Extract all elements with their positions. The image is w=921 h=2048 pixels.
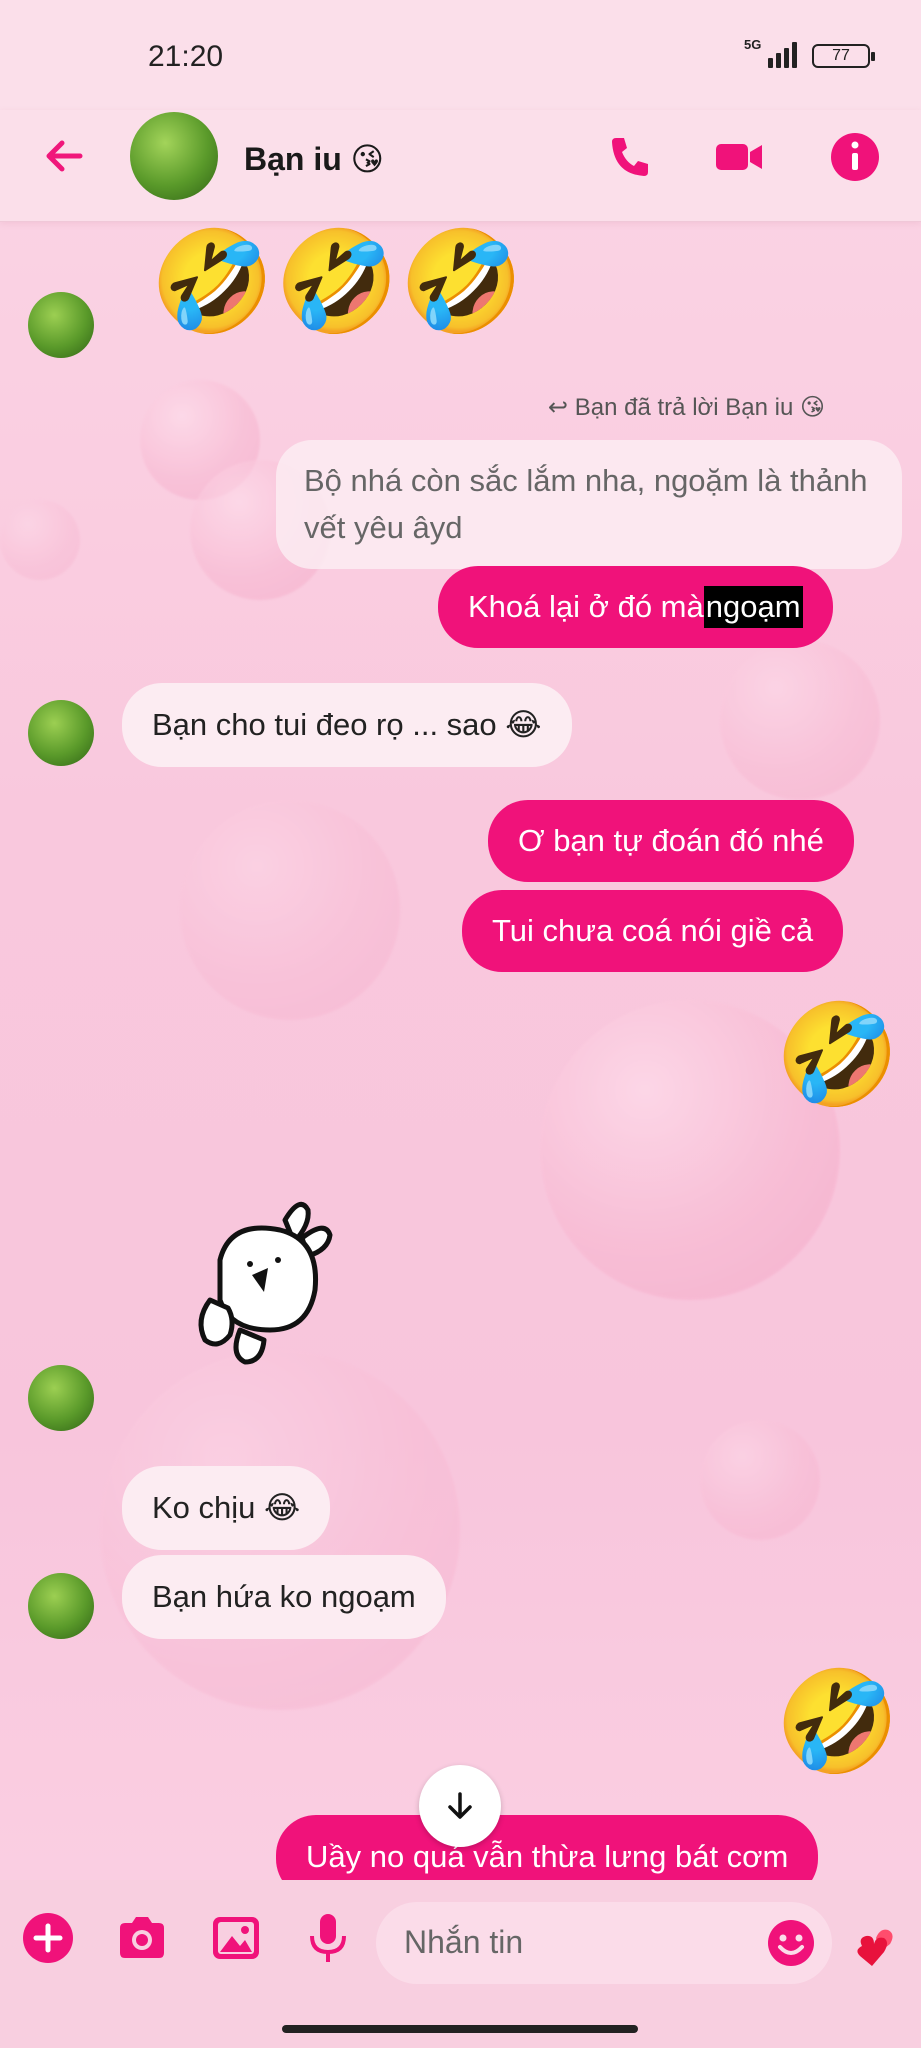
hearts-icon[interactable] — [846, 1920, 902, 1976]
plus-icon[interactable] — [20, 1910, 76, 1966]
signal-icon: 5G — [744, 37, 798, 68]
smiley-icon[interactable] — [764, 1916, 818, 1970]
outgoing-message-text: Khoá lại ở đó mà — [468, 589, 704, 625]
battery-icon: 77 — [812, 44, 875, 68]
home-indicator — [282, 2025, 638, 2033]
emoji-message[interactable]: 🤣 — [775, 1672, 900, 1772]
contact-avatar-small[interactable] — [28, 700, 94, 766]
message-input[interactable]: Nhắn tin — [376, 1902, 832, 1984]
highlighted-text: ngoạm — [703, 586, 803, 628]
network-label: 5G — [744, 37, 762, 52]
message-input-placeholder: Nhắn tin — [404, 1924, 524, 1960]
incoming-message[interactable]: Bạn hứa ko ngoạm — [122, 1555, 446, 1639]
emoji-message[interactable]: 🤣🤣🤣 — [150, 232, 524, 332]
back-arrow-icon[interactable] — [40, 132, 88, 180]
reply-label: ↩ Bạn đã trả lời Bạn iu 😘 — [548, 393, 825, 422]
info-icon[interactable] — [828, 130, 882, 184]
incoming-message[interactable]: Ko chịu 😂 — [122, 1466, 331, 1550]
contact-avatar[interactable] — [130, 112, 218, 200]
contact-avatar-small[interactable] — [28, 1365, 94, 1431]
contact-avatar-small[interactable] — [28, 1573, 94, 1639]
reply-quote[interactable]: Bộ nhá còn sắc lắm nha, ngoặm là thảnh v… — [276, 440, 902, 569]
message-composer: Nhắn tin — [0, 1880, 921, 2048]
rabbit-sticker[interactable] — [190, 1190, 340, 1375]
chat-header: Bạn iu 😘 — [0, 110, 921, 222]
outgoing-message[interactable]: Tui chưa coá nói giề cả — [462, 890, 844, 972]
video-icon[interactable] — [712, 130, 766, 184]
incoming-message[interactable]: Bạn cho tui đeo rọ ... sao 😂 — [122, 683, 572, 767]
reply-arrow-icon: ↩ — [548, 394, 569, 421]
contact-name[interactable]: Bạn iu 😘 — [244, 140, 384, 178]
status-bar: 21:20 5G 77 — [0, 0, 921, 110]
contact-avatar-small[interactable] — [28, 292, 94, 358]
camera-icon[interactable] — [114, 1910, 170, 1966]
chevron-down-icon — [448, 1792, 472, 1819]
microphone-icon[interactable] — [300, 1910, 356, 1966]
emoji-message[interactable]: 🤣 — [775, 1005, 900, 1105]
image-icon[interactable] — [208, 1910, 264, 1966]
reply-label-text: Bạn đã trả lời Bạn iu 😘 — [574, 394, 825, 421]
outgoing-message[interactable]: Ơ bạn tự đoán đó nhé — [488, 800, 854, 882]
status-time: 21:20 — [148, 40, 224, 73]
scroll-to-bottom-button[interactable] — [419, 1765, 501, 1847]
phone-icon[interactable] — [602, 130, 656, 184]
outgoing-message[interactable]: Khoá lại ở đó mà ngoạm — [438, 566, 833, 648]
